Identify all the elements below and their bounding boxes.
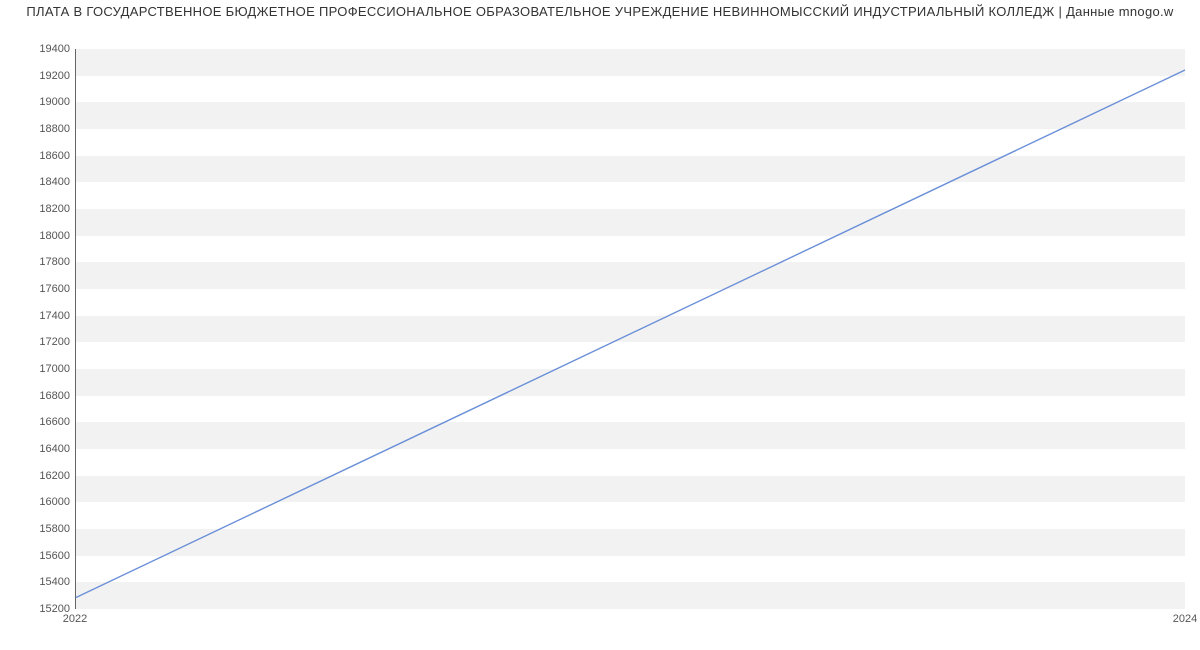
y-tick-label: 15800	[10, 523, 70, 535]
y-tick-label: 18600	[10, 150, 70, 162]
chart-container: 15200 15400 15600 15800 16000 16200 16400 16600…	[0, 27, 1200, 647]
y-tick-label: 19400	[10, 43, 70, 55]
y-tick-label: 17600	[10, 283, 70, 295]
y-tick-label: 18800	[10, 123, 70, 135]
y-tick-label: 17800	[10, 256, 70, 268]
y-tick-label: 16000	[10, 496, 70, 508]
y-tick-label: 15200	[10, 603, 70, 615]
plot-area	[75, 49, 1185, 609]
y-tick-label: 19200	[10, 70, 70, 82]
y-tick-label: 17400	[10, 310, 70, 322]
line-layer	[76, 49, 1185, 608]
y-tick-label: 19000	[10, 96, 70, 108]
y-tick-label: 17000	[10, 363, 70, 375]
data-series-line	[76, 70, 1185, 597]
y-tick-label: 17200	[10, 336, 70, 348]
y-tick-label: 18400	[10, 176, 70, 188]
y-tick-label: 16800	[10, 390, 70, 402]
y-tick-label: 16600	[10, 416, 70, 428]
chart-title: ПЛАТА В ГОСУДАРСТВЕННОЕ БЮДЖЕТНОЕ ПРОФЕС…	[0, 0, 1200, 27]
y-tick-label: 15400	[10, 576, 70, 588]
x-tick-label: 2024	[1173, 613, 1197, 625]
y-tick-label: 15600	[10, 550, 70, 562]
y-tick-label: 18200	[10, 203, 70, 215]
y-tick-label: 16200	[10, 470, 70, 482]
y-tick-label: 18000	[10, 230, 70, 242]
y-tick-label: 16400	[10, 443, 70, 455]
x-tick-label: 2022	[63, 613, 87, 625]
